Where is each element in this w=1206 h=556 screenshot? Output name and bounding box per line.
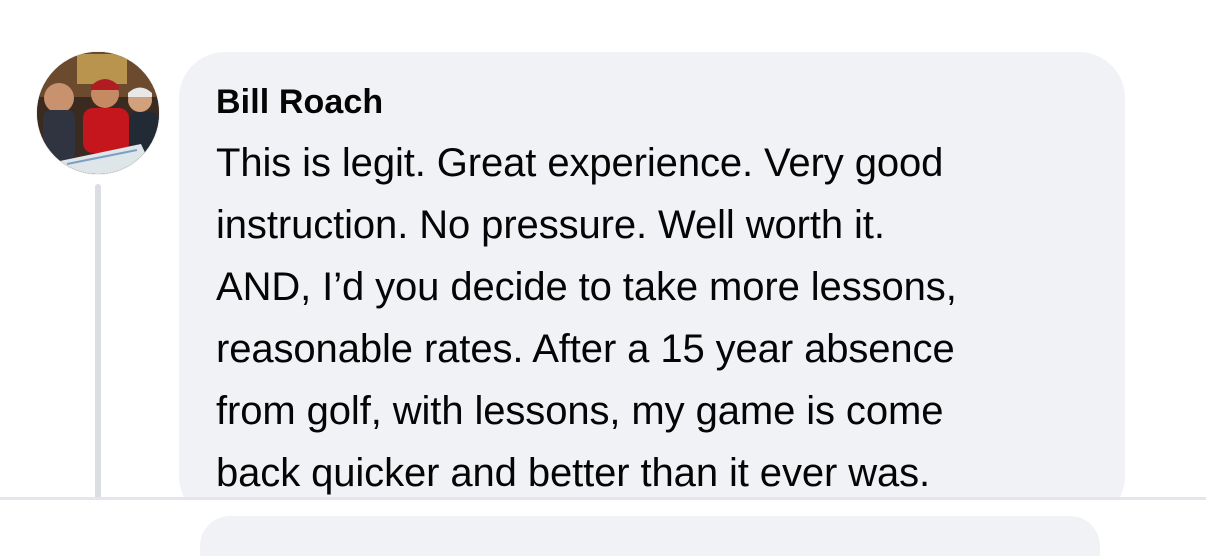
author-avatar[interactable] [37, 52, 159, 174]
comment-author-name[interactable]: Bill Roach [216, 82, 1089, 122]
comment-bubble: Bill Roach This is legit. Great experien… [179, 52, 1125, 522]
comment-text: This is legit. Great experience. Very go… [216, 141, 957, 495]
next-comment-bubble-edge [200, 516, 1100, 556]
reply-thread-line [95, 184, 101, 504]
profile-photo-avatar-icon [37, 52, 159, 174]
